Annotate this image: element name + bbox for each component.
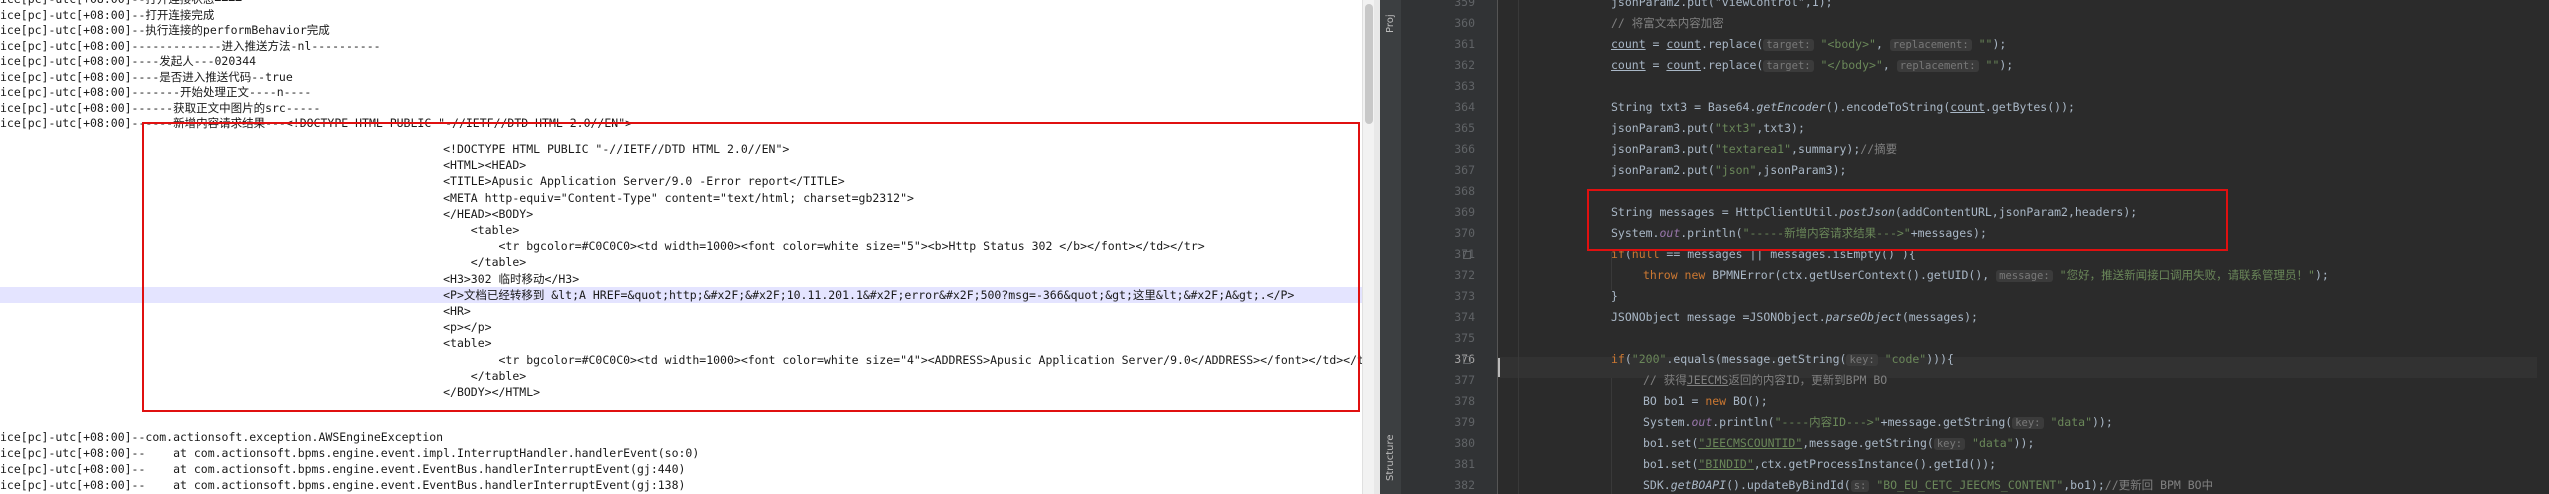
param-hint: target: bbox=[1763, 60, 1814, 72]
console-line: ice[pc]-utc[+08:00]----发起人---020344 bbox=[0, 54, 257, 68]
console-line: ice[pc]-utc[+08:00]--com.actionsoft.exce… bbox=[0, 430, 444, 444]
line-number-gutter[interactable]: 359 360 361 362 363 364 365 366 367 368 369 370 371 3… bbox=[1401, 0, 1498, 494]
console-line: ice[pc]-utc[+08:00]-------------进入推送方法-n… bbox=[0, 38, 381, 53]
param-hint: key: bbox=[2012, 417, 2044, 429]
code-line-378: BO bo1 = new BO(); bbox=[1643, 394, 1768, 408]
line-number: 363 bbox=[1454, 79, 1475, 93]
tool-window-strip: Proj Structure bbox=[1380, 0, 1402, 494]
param-hint: replacement: bbox=[1896, 60, 1979, 72]
console-line: ice[pc]-utc[+08:00]------获取正文中图片的src----… bbox=[0, 100, 321, 115]
indent-guide bbox=[1611, 378, 1612, 494]
console-line: ice[pc]-utc[+08:00]-------开始处理正文----n---… bbox=[0, 85, 312, 99]
param-hint: key: bbox=[1846, 354, 1878, 366]
code-line-373: } bbox=[1611, 289, 1618, 303]
line-number: 364 bbox=[1454, 100, 1475, 114]
param-hint: key: bbox=[1933, 438, 1966, 450]
code-line-372: throw new BPMNError(ctx.getUserContext()… bbox=[1643, 268, 2329, 282]
line-number: 361 bbox=[1454, 37, 1475, 51]
console-line: ice[pc]-utc[+08:00]----是否进入推送代码--true bbox=[0, 69, 293, 84]
code-line-374: JSONObject message =JSONObject.parseObje… bbox=[1611, 310, 1978, 324]
fold-marker-icon[interactable] bbox=[1463, 356, 1471, 364]
line-number: 381 bbox=[1454, 457, 1475, 471]
line-number: 372 bbox=[1454, 268, 1475, 282]
line-number: 378 bbox=[1454, 394, 1475, 408]
console-line: ice[pc]-utc[+08:00]--执行连接的performBehavio… bbox=[0, 23, 330, 37]
line-number: 382 bbox=[1454, 478, 1475, 492]
line-number: 360 bbox=[1454, 16, 1475, 30]
code-line-379: System.out.println("----内容ID--->"+messag… bbox=[1643, 415, 2113, 429]
param-hint: replacement: bbox=[1889, 39, 1972, 51]
console-line: ice[pc]-utc[+08:00]-- at com.actionsoft.… bbox=[0, 462, 686, 476]
code-line-359: jsonParam2.put("viewControl",1); bbox=[1611, 0, 1833, 9]
code-line-377: // 获得JEECMS返回的内容ID，更新到BPM BO bbox=[1643, 373, 1888, 387]
console-line: ice[pc]-utc[+08:00]--打开连接完成 bbox=[0, 7, 215, 22]
code-line-367: jsonParam2.put("json",jsonParam3); bbox=[1611, 163, 1847, 177]
code-line-365: jsonParam3.put("txt3",txt3); bbox=[1611, 121, 1805, 135]
editor-scrollbar[interactable] bbox=[2537, 0, 2549, 494]
line-number: 362 bbox=[1454, 58, 1475, 72]
code-line-360: // 将富文本内容加密 bbox=[1611, 16, 1724, 30]
line-number: 366 bbox=[1454, 142, 1475, 156]
line-number: 368 bbox=[1454, 184, 1475, 198]
line-number: 359 bbox=[1454, 0, 1475, 9]
tool-tab-project[interactable]: Proj bbox=[1382, 4, 1399, 44]
param-hint: s: bbox=[1850, 480, 1870, 492]
code-line-382: SDK.getBOAPI().updateByBindId(s: "BO_EU_… bbox=[1643, 478, 2214, 492]
console-scrollbar-thumb[interactable] bbox=[1365, 4, 1373, 124]
line-number: 369 bbox=[1454, 205, 1475, 219]
code-line-366: jsonParam3.put("textarea1",summary);//摘要 bbox=[1611, 142, 1898, 156]
code-line-381: bo1.set("BINDID",ctx.getProcessInstance(… bbox=[1643, 457, 1997, 471]
line-number: 380 bbox=[1454, 436, 1475, 450]
fold-marker-icon[interactable] bbox=[1463, 251, 1471, 259]
code-line-362: count = count.replace(target: "</body>",… bbox=[1611, 58, 2014, 72]
tool-tab-structure[interactable]: Structure bbox=[1382, 428, 1399, 488]
line-number: 367 bbox=[1454, 163, 1475, 177]
console-line: ice[pc]-utc[+08:00]-- at com.actionsoft.… bbox=[0, 478, 686, 492]
highlight-box-response bbox=[142, 122, 1360, 412]
line-number: 373 bbox=[1454, 289, 1475, 303]
code-line-361: count = count.replace(target: "<body>", … bbox=[1611, 37, 2007, 51]
code-line-364: String txt3 = Base64.getEncoder().encode… bbox=[1611, 100, 2075, 114]
line-number: 375 bbox=[1454, 331, 1475, 345]
line-number: 377 bbox=[1454, 373, 1475, 387]
console-line: ice[pc]-utc[+08:00]-- at com.actionsoft.… bbox=[0, 446, 700, 460]
highlight-box-code bbox=[1587, 189, 2228, 251]
param-hint: target: bbox=[1763, 39, 1814, 51]
param-hint: message: bbox=[1996, 270, 2053, 282]
code-line-376: if("200".equals(message.getString(key: "… bbox=[1611, 352, 1954, 366]
line-number: 370 bbox=[1454, 226, 1475, 240]
indent-guide bbox=[1518, 0, 1519, 494]
line-number: 365 bbox=[1454, 121, 1475, 135]
text-caret bbox=[1498, 358, 1500, 377]
line-number: 379 bbox=[1454, 415, 1475, 429]
code-line-380: bo1.set("JEECMSCOUNTID",message.getStrin… bbox=[1643, 436, 2035, 450]
line-number: 374 bbox=[1454, 310, 1475, 324]
